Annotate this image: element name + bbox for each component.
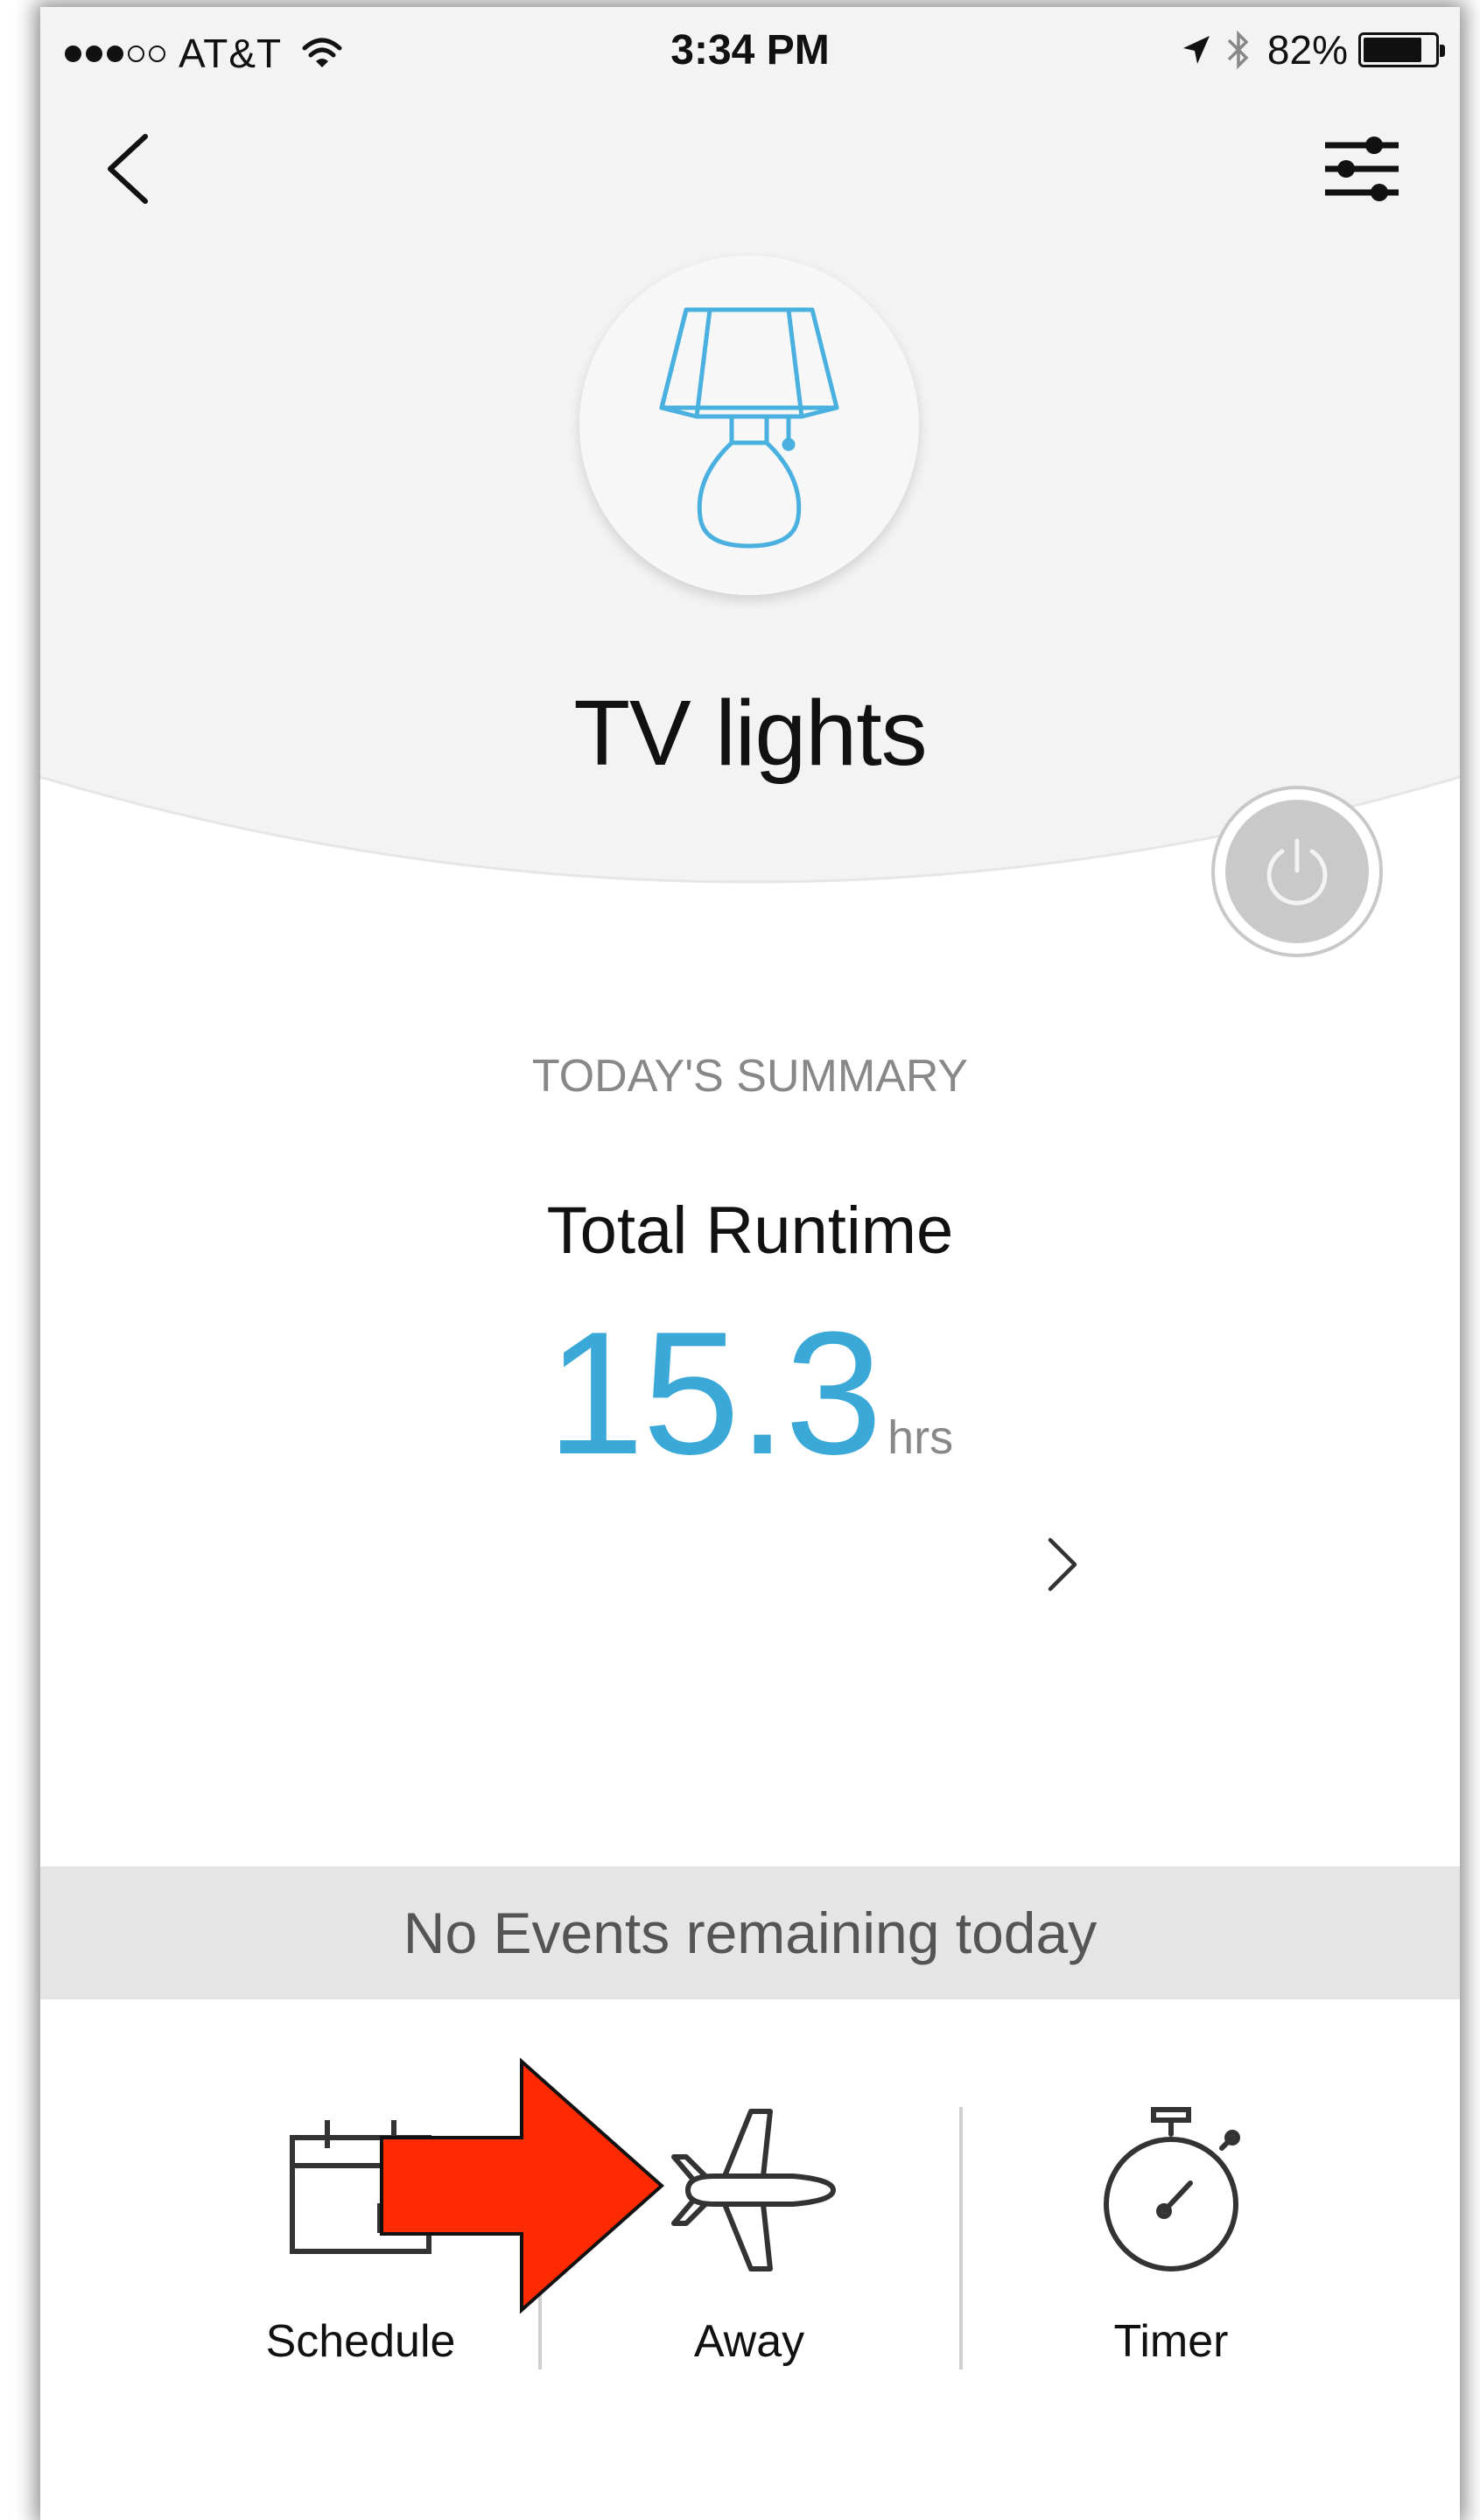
away-label: Away xyxy=(693,2316,805,2367)
device-name: TV lights xyxy=(573,682,927,785)
lamp-icon xyxy=(659,307,839,549)
runtime-value: 15.3 xyxy=(546,1296,882,1491)
settings-sliders-icon[interactable] xyxy=(1318,130,1406,208)
location-arrow-icon xyxy=(1182,36,1210,64)
runtime-label: Total Runtime xyxy=(546,1194,954,1268)
status-right: 82% xyxy=(1180,26,1445,74)
timer-icon-wrap xyxy=(996,2090,1346,2291)
power-icon xyxy=(1266,838,1328,906)
runtime-display: 15.3 hrs xyxy=(40,1293,1460,1494)
bluetooth-icon xyxy=(1227,30,1249,70)
power-toggle-inner xyxy=(1225,800,1369,943)
runtime-unit: hrs xyxy=(887,1411,954,1464)
summary-heading: TODAY'S SUMMARY xyxy=(531,1051,969,1102)
action-divider xyxy=(959,2107,963,2370)
annotation-arrow-icon xyxy=(380,2057,665,2314)
battery-percent: 82% xyxy=(1266,27,1348,73)
schedule-label: Schedule xyxy=(265,2316,456,2367)
events-message: No Events remaining today xyxy=(403,1900,1098,1965)
stopwatch-icon xyxy=(1104,2107,1240,2272)
battery-icon xyxy=(1358,32,1445,67)
screenshot-canvas: AT&T 3:34 PM 82% TV lights TODAY'S SUMMA… xyxy=(0,0,1480,2520)
airplane-icon xyxy=(671,2109,836,2272)
timer-label: Timer xyxy=(1113,2316,1229,2367)
events-status-bar: No Events remaining today xyxy=(40,1866,1460,1999)
app-screen: AT&T 3:34 PM 82% TV lights TODAY'S SUMMA… xyxy=(40,7,1460,2520)
chevron-right-icon[interactable] xyxy=(1036,1530,1089,1600)
power-toggle-button[interactable] xyxy=(1211,786,1383,957)
battery-fill xyxy=(1364,38,1421,62)
status-bar: AT&T 3:34 PM 82% xyxy=(40,7,1460,86)
timer-button[interactable]: Timer xyxy=(996,2090,1346,2378)
device-icon-circle xyxy=(579,256,919,595)
back-chevron-icon[interactable] xyxy=(98,130,159,208)
